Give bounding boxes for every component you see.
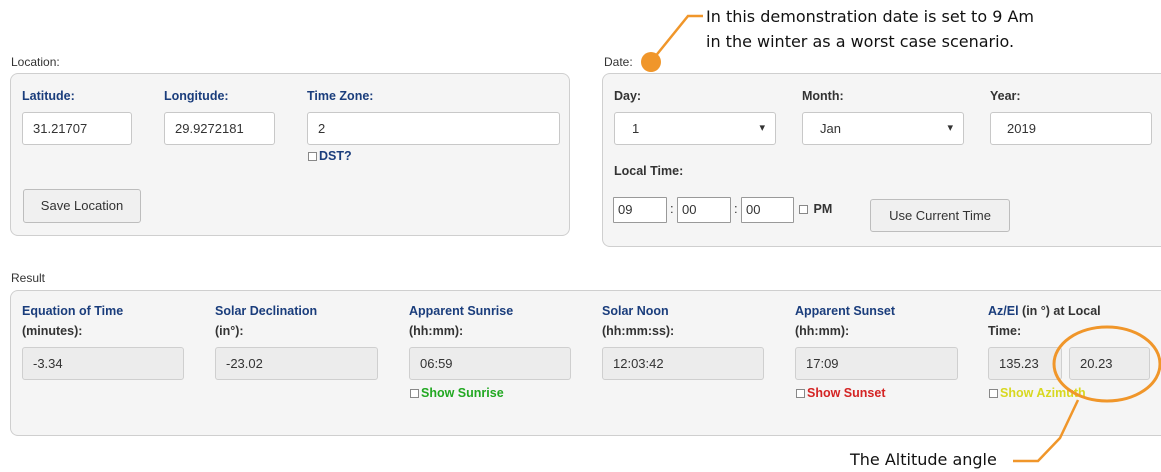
top-callout-dot — [641, 52, 661, 72]
bottom-callout-leader — [1013, 399, 1080, 463]
top-callout-leader — [653, 14, 703, 59]
altitude-highlight-ellipse — [1052, 325, 1161, 403]
annotation-overlay — [641, 14, 1161, 463]
top-annotation-line2: in the winter as a worst case scenario. — [706, 32, 1015, 51]
bottom-annotation: The Altitude angle — [850, 450, 997, 469]
top-annotation-line1: In this demonstration date is set to 9 A… — [706, 7, 1034, 26]
